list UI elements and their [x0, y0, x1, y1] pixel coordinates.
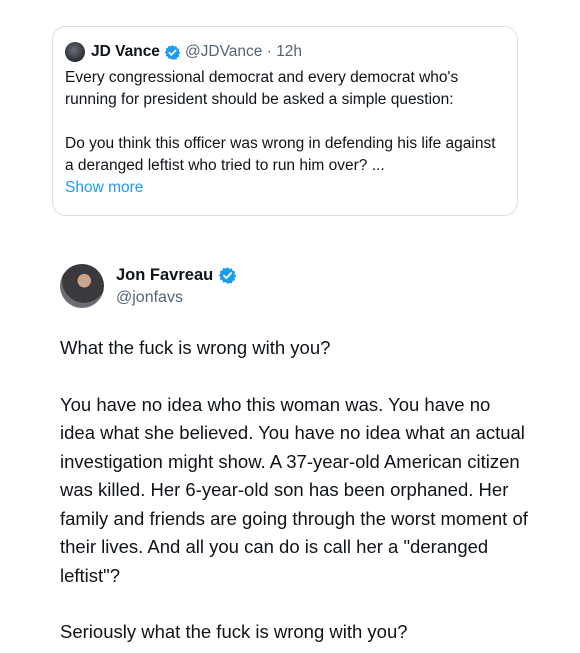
author-avatar[interactable]: [60, 264, 104, 308]
tweet-paragraph-3: Seriously what the fuck is wrong with yo…: [60, 621, 408, 642]
tweet-paragraph-2: You have no idea who this woman was. You…: [60, 393, 528, 586]
quoted-author-avatar[interactable]: [65, 42, 85, 62]
show-more-link[interactable]: Show more: [65, 177, 143, 199]
quoted-paragraph-2: Do you think this officer was wrong in d…: [65, 135, 496, 174]
quoted-tweet-text: Every congressional democrat and every d…: [65, 67, 503, 177]
tweet-author-row: Jon Favreau @jonfavs: [60, 262, 530, 310]
author-name-text[interactable]: Jon Favreau: [116, 266, 213, 285]
author-name[interactable]: Jon Favreau: [116, 266, 241, 285]
quoted-tweet-header: JD Vance @JDVance · 12h: [65, 41, 503, 63]
quoted-author-name[interactable]: JD Vance: [91, 43, 160, 61]
quoted-paragraph-1: Every congressional democrat and every d…: [65, 69, 459, 108]
author-info: Jon Favreau @jonfavs: [116, 266, 241, 307]
tweet-body: What the fuck is wrong with you? You hav…: [60, 334, 530, 647]
author-handle[interactable]: @jonfavs: [116, 289, 241, 307]
quoted-tweet-card[interactable]: JD Vance @JDVance · 12h Every congressio…: [52, 26, 518, 216]
verified-badge-icon: [218, 266, 237, 285]
main-tweet: Jon Favreau @jonfavs What the fuck is wr…: [60, 262, 530, 647]
tweet-paragraph-1: What the fuck is wrong with you?: [60, 337, 331, 358]
verified-badge-icon: [164, 44, 181, 61]
quoted-handle-time[interactable]: @JDVance · 12h: [185, 43, 302, 61]
